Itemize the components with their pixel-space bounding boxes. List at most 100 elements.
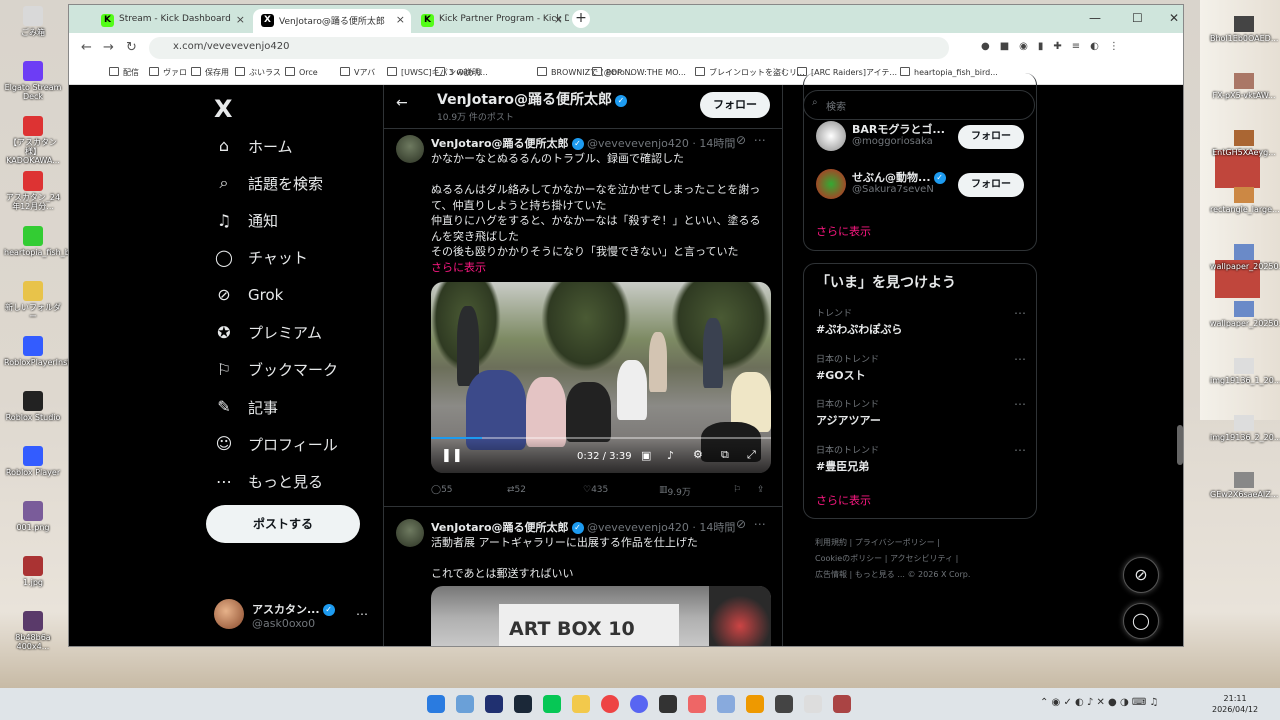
- app-icon[interactable]: [746, 695, 764, 713]
- back-icon[interactable]: ←: [81, 40, 92, 55]
- desktop-icon[interactable]: Roblox Studio: [4, 391, 62, 422]
- desktop-icon[interactable]: wallpaper_20250...: [1210, 244, 1280, 271]
- more-icon[interactable]: ⋯: [1014, 443, 1026, 457]
- more-icon[interactable]: ⋯: [754, 133, 766, 147]
- start-icon[interactable]: [427, 695, 445, 713]
- footer-link[interactable]: Cookieのポリシー: [815, 554, 882, 563]
- pip-icon[interactable]: ⧉: [721, 448, 729, 462]
- forward-icon[interactable]: →: [103, 40, 114, 55]
- desktop-icon[interactable]: Elgato Stream Deck: [4, 61, 62, 101]
- author-name[interactable]: VenJotaro@踊る便所太郎: [431, 137, 569, 150]
- grok-fab-icon[interactable]: ⊘: [1123, 557, 1159, 593]
- bookmark-item[interactable]: ブレインロットを盗むリ...: [695, 67, 805, 78]
- footer-link[interactable]: もっと見る ...: [855, 570, 905, 579]
- desktop-icon[interactable]: wallpaper_20250...: [1210, 301, 1280, 328]
- volume-icon[interactable]: ♪: [667, 449, 674, 462]
- chat-fab-icon[interactable]: ◯: [1123, 603, 1159, 639]
- bookmark-item[interactable]: 3 with U: [435, 67, 482, 77]
- maximize-icon[interactable]: ☐: [1132, 11, 1143, 25]
- pause-icon[interactable]: ❚❚: [441, 448, 463, 463]
- bookmark-item[interactable]: 保存用: [191, 67, 229, 78]
- trend-item[interactable]: トレンド #ぷわぷわぽぷら ⋯: [816, 306, 1026, 337]
- desktop-icon[interactable]: Bhol1Eb0OAED...: [1210, 16, 1278, 43]
- desktop-icon[interactable]: 【アスカタン様】KADOKAWA...: [4, 116, 62, 165]
- nav-item-search[interactable]: ⌕ 話題を検索: [214, 168, 324, 198]
- footer-link[interactable]: 利用規約: [815, 538, 847, 547]
- nav-item-profile[interactable]: ☺ プロフィール: [214, 429, 338, 459]
- more-icon[interactable]: ⋯: [1014, 397, 1026, 411]
- close-window-icon[interactable]: ✕: [1169, 11, 1179, 25]
- captions-icon[interactable]: ▣: [641, 449, 651, 462]
- tab-x-profile[interactable]: X VenJotaro@踊る便所太郎 ×: [253, 9, 411, 33]
- desktop-icon[interactable]: 8b48b6a 400x4...: [4, 611, 62, 651]
- clock[interactable]: 21:11 2026/04/12: [1212, 693, 1258, 715]
- bookmark-icon[interactable]: ⚐: [733, 485, 741, 495]
- bookmark-item[interactable]: Orce: [285, 67, 318, 77]
- trend-item[interactable]: 日本のトレンド アジアツアー ⋯: [816, 397, 1026, 428]
- like-button[interactable]: ♡ 435: [583, 485, 608, 495]
- app-icon[interactable]: [775, 695, 793, 713]
- close-icon[interactable]: ×: [554, 13, 563, 26]
- bookmark-item[interactable]: Vアバ: [340, 67, 375, 78]
- bookmark-item[interactable]: ヴァロ: [149, 67, 187, 78]
- steam-icon[interactable]: [514, 695, 532, 713]
- scroll-thumb[interactable]: [1177, 425, 1183, 465]
- desktop-icon[interactable]: GEw2X6saeAIZ...: [1210, 472, 1278, 499]
- app-icon[interactable]: [833, 695, 851, 713]
- follow-button[interactable]: フォロー: [958, 173, 1024, 197]
- share-icon[interactable]: ⇪: [757, 485, 765, 495]
- app-icon[interactable]: [804, 695, 822, 713]
- trend-item[interactable]: 日本のトレンド #GOスト ⋯: [816, 352, 1026, 383]
- show-more-link[interactable]: さらに表示: [431, 259, 486, 275]
- scrollbar[interactable]: [1175, 85, 1183, 646]
- grok-icon[interactable]: ⊘: [736, 133, 746, 147]
- desktop-icon[interactable]: ごみ箱: [4, 6, 62, 37]
- tweet[interactable]: VenJotaro@踊る便所太郎 ✓ @vevevevenjo420 · 14時間…: [384, 129, 782, 506]
- obs-icon[interactable]: [659, 695, 677, 713]
- close-icon[interactable]: ×: [236, 13, 245, 26]
- post-button[interactable]: ポストする: [206, 505, 360, 543]
- bookmark-item[interactable]: POP NOW:THE MO...: [592, 67, 686, 77]
- extensions-icons[interactable]: ●■◉▮✚≡◐⋮: [981, 41, 1129, 52]
- more-icon[interactable]: ⋯: [1014, 306, 1026, 320]
- footer-link[interactable]: アクセシビリティ: [890, 554, 953, 563]
- follow-button[interactable]: フォロー: [700, 92, 770, 118]
- discord-icon[interactable]: [630, 695, 648, 713]
- desktop-icon[interactable]: img19136_2_20...: [1210, 415, 1280, 442]
- footer-link[interactable]: 広告情報: [815, 570, 847, 579]
- desktop-icon[interactable]: EntGH5XAeyg...: [1210, 130, 1278, 157]
- grok-icon[interactable]: ⊘: [736, 517, 746, 531]
- nav-item-premium[interactable]: ✪ プレミアム: [214, 318, 322, 348]
- explorer-app-icon[interactable]: [456, 695, 474, 713]
- bookmark-item[interactable]: 配信: [109, 67, 139, 78]
- close-icon[interactable]: ×: [396, 13, 405, 26]
- nav-item-grok[interactable]: ⊘ Grok: [214, 280, 283, 310]
- timestamp[interactable]: 14時間: [699, 137, 735, 150]
- app-icon[interactable]: [717, 695, 735, 713]
- desktop-icon[interactable]: RobloxPlayerInst...: [4, 336, 78, 367]
- more-icon[interactable]: ⋯: [356, 607, 368, 621]
- show-more-link[interactable]: さらに表示: [816, 492, 871, 508]
- desktop-icon[interactable]: 001.png: [4, 501, 62, 532]
- line-icon[interactable]: [543, 695, 561, 713]
- back-arrow-icon[interactable]: ←: [396, 95, 408, 111]
- minimize-icon[interactable]: —: [1089, 11, 1101, 25]
- desktop-icon[interactable]: img19136_1_20...: [1210, 358, 1280, 385]
- app-icon[interactable]: [485, 695, 503, 713]
- tray-icons[interactable]: ⌃ ◉ ✓ ◐ ♪ ✕ ● ◑ ⌨ ♫: [1040, 697, 1158, 708]
- settings-icon[interactable]: ⚙: [693, 448, 703, 461]
- app-icon[interactable]: [688, 695, 706, 713]
- footer-link[interactable]: プライバシーポリシー: [855, 538, 935, 547]
- desktop-icon[interactable]: 1.jpg: [4, 556, 62, 587]
- fullscreen-icon[interactable]: ⤢: [747, 448, 756, 462]
- timestamp[interactable]: 14時間: [699, 521, 735, 534]
- nav-item-more[interactable]: ⋯ もっと見る: [214, 467, 323, 497]
- repost-button[interactable]: ⇄ 52: [507, 485, 526, 495]
- views-button[interactable]: ▥ 9.9万: [659, 485, 691, 498]
- nav-item-home[interactable]: ⌂ ホーム: [214, 131, 293, 161]
- chrome-icon[interactable]: [601, 695, 619, 713]
- bookmark-item[interactable]: ぶいラス: [235, 67, 281, 78]
- reply-button[interactable]: ◯ 55: [431, 485, 453, 495]
- show-more-link[interactable]: さらに表示: [816, 223, 871, 239]
- desktop-icon[interactable]: heartopia_fish_b...: [4, 226, 77, 257]
